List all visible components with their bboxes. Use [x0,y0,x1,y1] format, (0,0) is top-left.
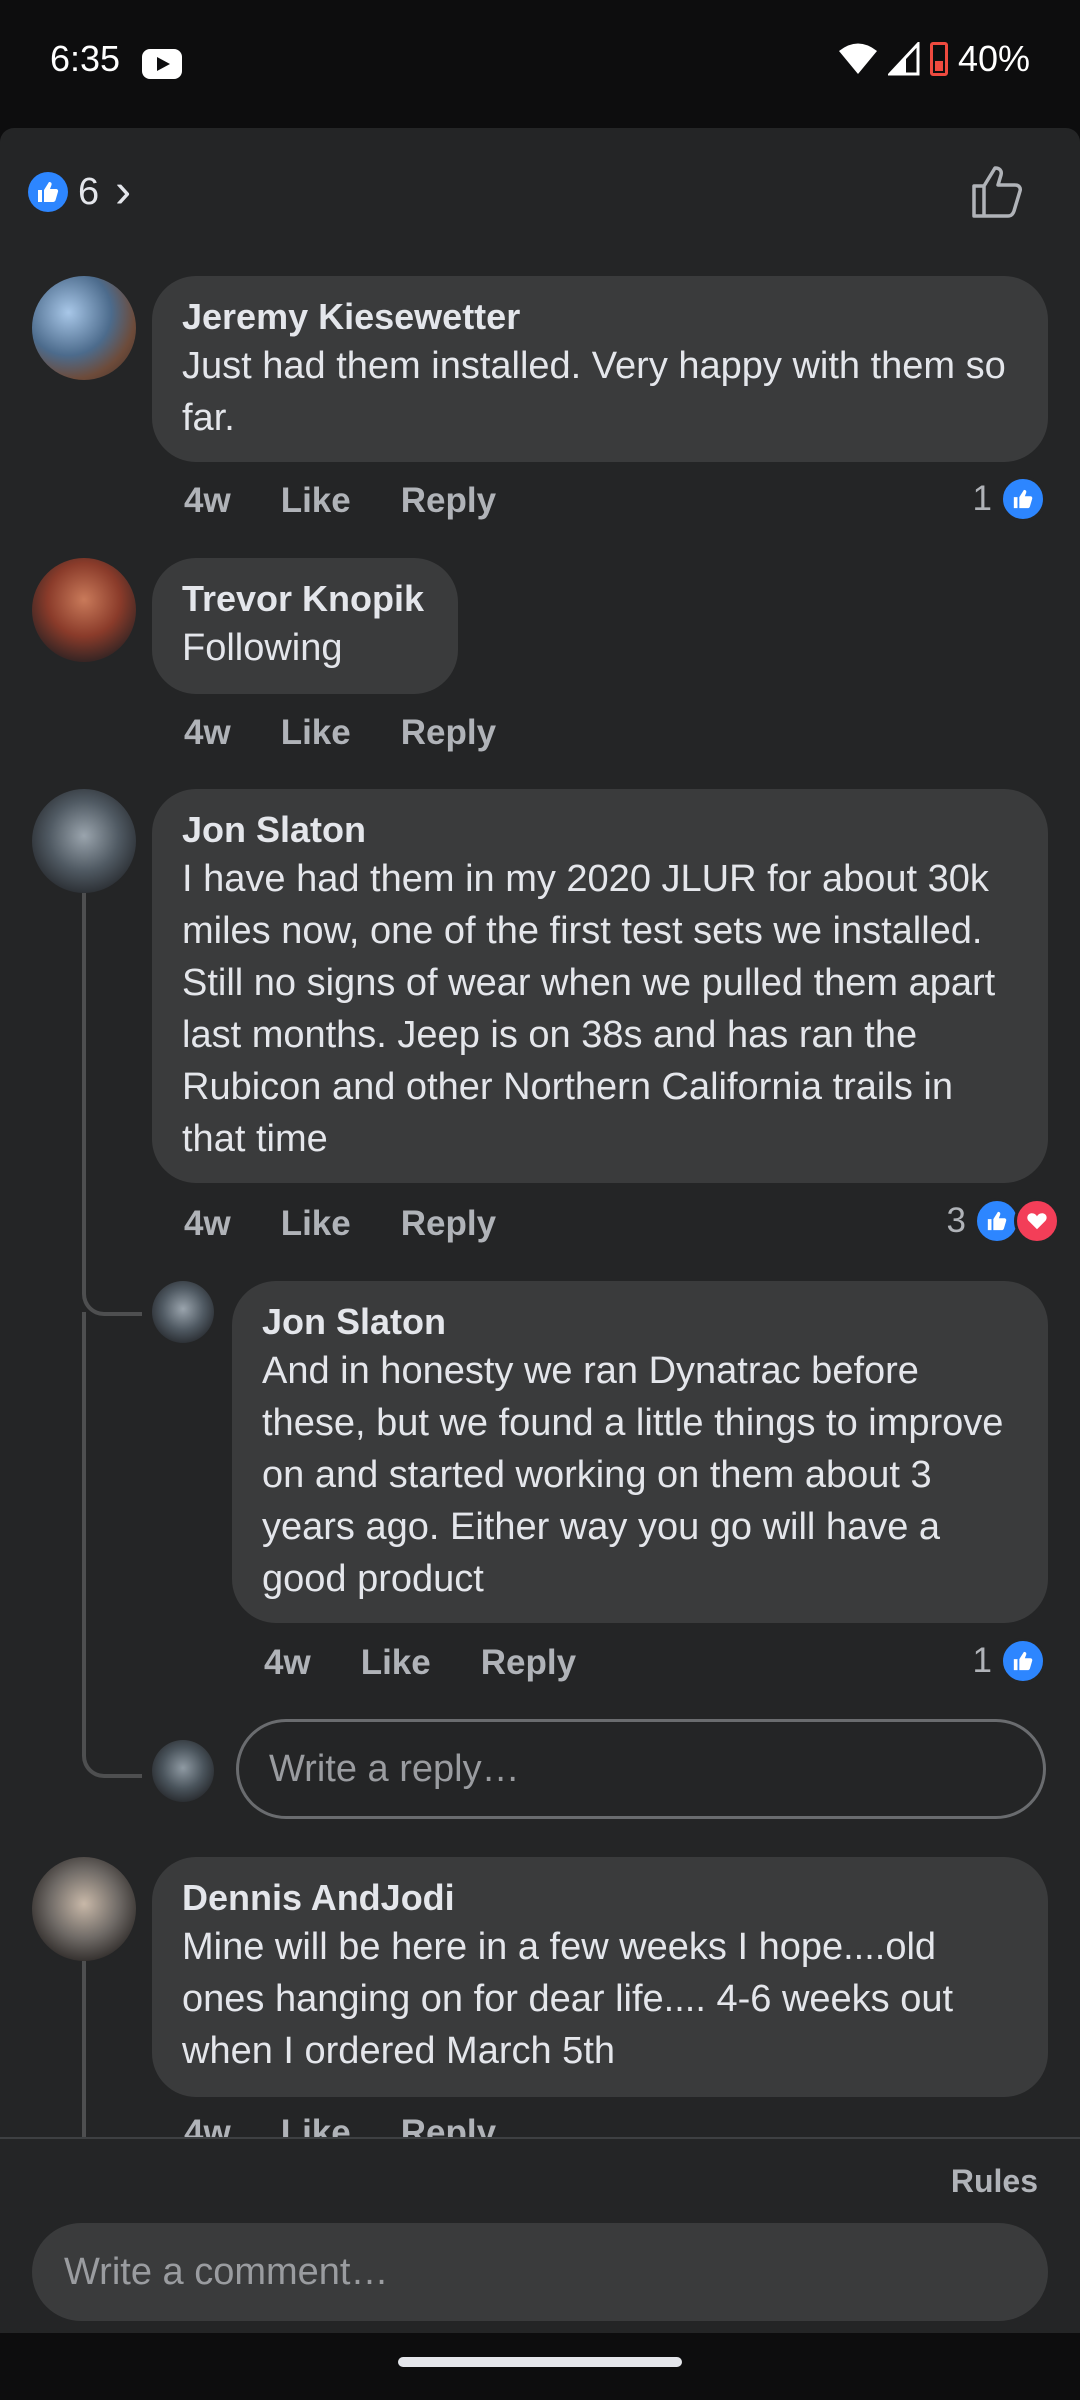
thumbs-up-outline-icon[interactable] [970,162,1028,220]
comment-bubble[interactable]: Dennis AndJodi Mine will be here in a fe… [152,1857,1048,2097]
comment-composer: Rules Write a comment… [0,2137,1080,2335]
comment-time[interactable]: 4w [184,1204,231,1244]
reply-button[interactable]: Reply [401,1204,496,1244]
comment-reactions[interactable]: 1 [973,1638,1046,1684]
comment-author[interactable]: Dennis AndJodi [182,1875,1018,1921]
comment-bubble[interactable]: Jeremy Kiesewetter Just had them install… [152,276,1048,462]
thread-line [82,893,86,1273]
comment-bubble[interactable]: Jon Slaton I have had them in my 2020 JL… [152,789,1048,1183]
comment-bubble[interactable]: Jon Slaton And in honesty we ran Dynatra… [232,1281,1048,1623]
avatar[interactable] [32,558,136,662]
comment-text: Mine will be here in a few weeks I hope.… [182,1926,954,2072]
comment-text: Just had them installed. Very happy with… [182,345,1006,439]
battery-icon [929,42,948,76]
comment-author[interactable]: Jon Slaton [262,1299,1018,1345]
avatar[interactable] [152,1281,214,1343]
comment-text: And in honesty we ran Dynatrac before th… [262,1350,1004,1600]
comment-time[interactable]: 4w [184,481,231,521]
like-button[interactable]: Like [281,713,351,753]
like-button[interactable]: Like [361,1643,431,1683]
cell-signal-icon [887,42,920,76]
comment-actions: 4w Like Reply [184,1204,496,1244]
comment-actions: 4w Like Reply [184,713,496,753]
reply-placeholder: Write a reply… [269,1747,520,1790]
heart-icon [1014,1198,1060,1244]
like-reaction-icon [1000,476,1046,522]
comment-time[interactable]: 4w [264,1643,311,1683]
avatar[interactable] [32,276,136,380]
reaction-count: 1 [972,479,992,518]
battery-percent: 40% [957,38,1030,79]
comment-reactions[interactable]: 3 [947,1198,1060,1244]
status-bar: 6:35 40% [0,0,1080,128]
thread-connector [82,1312,142,1778]
reply-button[interactable]: Reply [401,713,496,753]
wifi-icon [838,43,877,74]
reply-button[interactable]: Reply [481,1643,576,1683]
comment-bubble[interactable]: Trevor Knopik Following [152,558,458,694]
reaction-count: 3 [946,1201,966,1240]
like-reaction-icon [28,172,68,212]
comment-actions: 4w Like Reply [184,481,496,521]
reactions-summary[interactable]: 6 › [28,168,131,216]
reply-input[interactable]: Write a reply… [236,1719,1046,1819]
like-button[interactable]: Like [281,481,351,521]
comment-reactions[interactable]: 1 [973,476,1046,522]
reaction-count: 1 [972,1641,992,1680]
avatar[interactable] [32,789,136,893]
avatar[interactable] [32,1857,136,1961]
current-user-avatar [152,1740,214,1802]
chevron-right-icon: › [115,165,132,218]
comment-text: Following [182,627,343,669]
comment-time[interactable]: 4w [184,713,231,753]
status-icons: 40% [838,38,1030,80]
reply-button[interactable]: Reply [401,481,496,521]
comment-placeholder: Write a comment… [64,2250,389,2293]
comment-author[interactable]: Trevor Knopik [182,576,428,622]
rules-link[interactable]: Rules [951,2163,1038,2200]
home-gesture-handle[interactable] [398,2357,682,2367]
comment-actions: 4w Like Reply [264,1643,576,1683]
comment-author[interactable]: Jeremy Kiesewetter [182,294,1018,340]
system-nav-bar [0,2333,1080,2400]
comment-input[interactable]: Write a comment… [32,2223,1048,2321]
comment-text: I have had them in my 2020 JLUR for abou… [182,858,996,1160]
reactions-count: 6 [78,170,100,213]
like-reaction-icon [1000,1638,1046,1684]
thread-connector [82,1268,142,1316]
status-time: 6:35 [50,38,121,79]
comment-author[interactable]: Jon Slaton [182,807,1018,853]
comments-sheet: 6 › Jeremy Kiesewetter Just had them ins… [0,128,1080,2333]
youtube-notification-icon [142,49,182,79]
like-button[interactable]: Like [281,1204,351,1244]
